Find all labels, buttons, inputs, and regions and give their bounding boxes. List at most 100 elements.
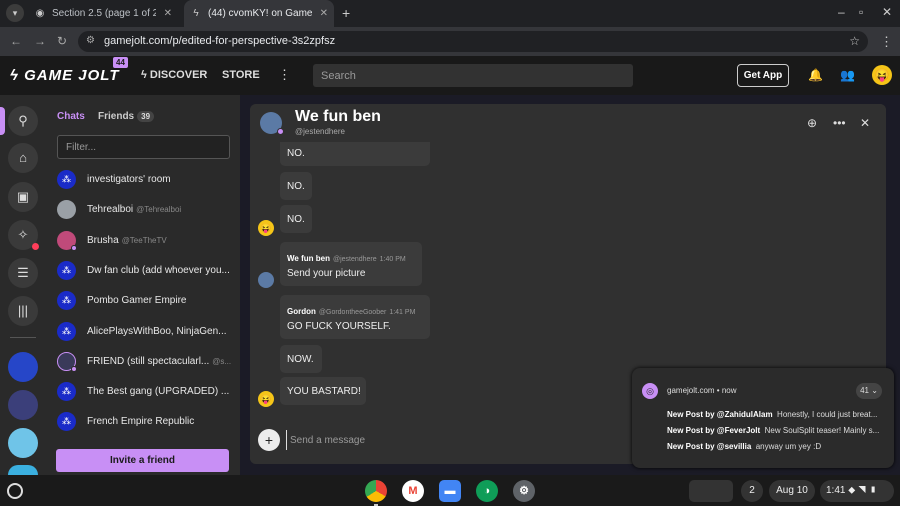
gamejolt-logo[interactable]: ϟ GAME JOLT: [10, 67, 120, 84]
message-author: We fun ben: [287, 254, 330, 263]
chat-list-item[interactable]: ⁂ The Best gang (UPGRADED) ...: [46, 377, 240, 407]
chat-name: The Best gang (UPGRADED) ...: [87, 386, 230, 397]
notification-count[interactable]: 41 ⌄: [856, 383, 882, 399]
browser-menu-icon[interactable]: ⋮: [880, 34, 893, 50]
chat-list-item[interactable]: Brusha @TeeTheTV: [46, 226, 240, 256]
invite-friend-button[interactable]: Invite a friend: [56, 449, 229, 472]
community-avatar[interactable]: [8, 465, 38, 475]
forward-icon[interactable]: →: [34, 34, 46, 48]
network-icon: ⬥: [848, 485, 856, 496]
chat-list-item[interactable]: ⁂ investigators' room: [46, 165, 240, 195]
discover-link[interactable]: ϟ DISCOVER: [141, 69, 207, 81]
chat-handle: @s...: [212, 357, 232, 366]
get-app-button[interactable]: Get App: [737, 64, 789, 87]
chat-title[interactable]: We fun ben: [295, 108, 381, 126]
message-bubble: NO.: [280, 205, 312, 233]
browser-tab-2[interactable]: ϟ (44) cvomKY! on Game Jolt: " ✕: [184, 0, 334, 27]
feed-icon[interactable]: ☰: [8, 258, 38, 288]
left-rail: ⚲ ⌂ ▣ ✧ ☰ |||: [0, 95, 46, 475]
browser-tab-1[interactable]: ◉ Section 2.5 (page 1 of 2) | ace ✕: [28, 0, 178, 27]
chat-name: AlicePlaysWithBoo, NinjaGen...: [87, 326, 227, 337]
online-dot: [71, 245, 77, 251]
more-icon[interactable]: ⋮: [278, 67, 291, 83]
files-icon[interactable]: ▬: [439, 480, 461, 502]
notification-line[interactable]: New Post by @ZahidulAlam Honestly, I cou…: [667, 410, 883, 419]
tab-friends[interactable]: Friends 39: [98, 111, 155, 122]
status-tray[interactable]: 1:41 ⬥ ◥ ▮: [820, 480, 894, 502]
message-time: 1:40 PM: [379, 256, 406, 263]
options-icon[interactable]: •••: [833, 116, 846, 130]
chat-handle: @TeeTheTV: [121, 236, 167, 245]
notification-body: New SoulSplit teaser! Mainly s...: [764, 426, 880, 435]
notification-body: Honestly, I could just breat...: [777, 410, 878, 419]
close-tab-icon[interactable]: ✕: [320, 0, 328, 27]
settings-icon[interactable]: ⚙: [513, 480, 535, 502]
close-chat-icon[interactable]: ✕: [860, 116, 870, 130]
notification-title: New Post by @ZahidulAlam: [667, 410, 773, 419]
launcher-icon[interactable]: [7, 483, 23, 499]
friends-icon[interactable]: 👥: [840, 68, 855, 82]
chat-name-text: Brusha: [87, 235, 119, 246]
maximize-icon[interactable]: ▫: [859, 5, 863, 19]
chat-name: FRIEND (still spectacularl... @s...: [87, 356, 232, 367]
reload-icon[interactable]: ↻: [57, 34, 67, 48]
alert-dot: [32, 243, 39, 250]
filter-input[interactable]: [57, 135, 230, 159]
user-avatar[interactable]: 😝: [258, 391, 274, 407]
chat-list-item[interactable]: Tehrealboi @Tehrealboi: [46, 195, 240, 225]
bell-icon[interactable]: 🔔: [808, 68, 823, 82]
tab-search-icon[interactable]: ▾: [6, 4, 24, 22]
community-avatar[interactable]: [8, 428, 38, 458]
search-input[interactable]: [313, 64, 633, 87]
gamejolt-icon: ϟ: [193, 8, 199, 19]
gmail-icon[interactable]: M: [402, 480, 424, 502]
tab-title: Section 2.5 (page 1 of 2) | ace: [52, 8, 156, 19]
notification-title: New Post by @sevillia: [667, 442, 752, 451]
chat-list-item[interactable]: FRIEND (still spectacularl... @s...: [46, 347, 240, 377]
close-window-icon[interactable]: ✕: [882, 5, 892, 19]
count-value: 41: [860, 386, 869, 395]
library-icon[interactable]: |||: [8, 296, 38, 326]
notification-counter[interactable]: 2: [741, 480, 763, 502]
chat-list-item[interactable]: ⁂ French Empire Republic: [46, 407, 240, 437]
chat-name: investigators' room: [87, 174, 171, 185]
new-tab-icon[interactable]: +: [342, 5, 350, 21]
tab-chats[interactable]: Chats: [57, 111, 85, 122]
screen-thumbnail[interactable]: [689, 480, 733, 502]
chrome-icon[interactable]: [365, 480, 387, 502]
chat-icon[interactable]: ⚲: [8, 106, 38, 136]
community-avatar[interactable]: [8, 390, 38, 420]
chat-list-item[interactable]: ⁂ Dw fan club (add whoever you...: [46, 256, 240, 286]
group-icon: ⁂: [57, 261, 76, 280]
user-avatar[interactable]: 😝: [872, 65, 892, 85]
url-text: gamejolt.com/p/edited-for-perspective-3s…: [104, 35, 336, 47]
bookmark-star-icon[interactable]: ☆: [849, 34, 860, 48]
system-notification[interactable]: ◎ gamejolt.com • now 41 ⌄ New Post by @Z…: [632, 368, 894, 468]
notification-line[interactable]: New Post by @FeverJolt New SoulSplit tea…: [667, 426, 883, 435]
message-bubble: NOW.: [280, 345, 322, 373]
back-icon[interactable]: ←: [10, 34, 22, 48]
backpack-icon[interactable]: ▣: [8, 182, 38, 212]
message-bubble: Gordon @GordontheeGoober 1:41 PM GO FUCK Y…: [280, 295, 430, 339]
notification-line[interactable]: New Post by @sevillia anyway um yey :D: [667, 442, 883, 451]
site-info-icon[interactable]: ⚙: [86, 35, 95, 46]
user-avatar: [57, 200, 76, 219]
message-bubble: We fun ben @jestendhere 1:40 PM Send your …: [280, 242, 422, 286]
store-link[interactable]: STORE: [222, 69, 260, 81]
message-text: NO.: [287, 148, 305, 159]
user-avatar[interactable]: [258, 272, 274, 288]
close-tab-icon[interactable]: ✕: [164, 0, 172, 27]
chat-list-item[interactable]: ⁂ AlicePlaysWithBoo, NinjaGen...: [46, 317, 240, 347]
omnibox[interactable]: ⚙ gamejolt.com/p/edited-for-perspective-…: [78, 31, 868, 52]
message-text: NO.: [287, 214, 305, 225]
chat-list-item[interactable]: ⁂ Pombo Gamer Empire: [46, 286, 240, 316]
community-avatar[interactable]: [8, 352, 38, 382]
chat-name: Pombo Gamer Empire: [87, 295, 187, 306]
add-attachment-button[interactable]: +: [258, 429, 280, 451]
date-pill[interactable]: Aug 10: [769, 480, 815, 502]
user-avatar[interactable]: 😝: [258, 220, 274, 236]
add-member-icon[interactable]: ⊕: [807, 116, 817, 130]
minimize-icon[interactable]: –: [838, 5, 845, 19]
store-icon[interactable]: ⌂: [8, 143, 38, 173]
app-icon[interactable]: ◑: [476, 480, 498, 502]
